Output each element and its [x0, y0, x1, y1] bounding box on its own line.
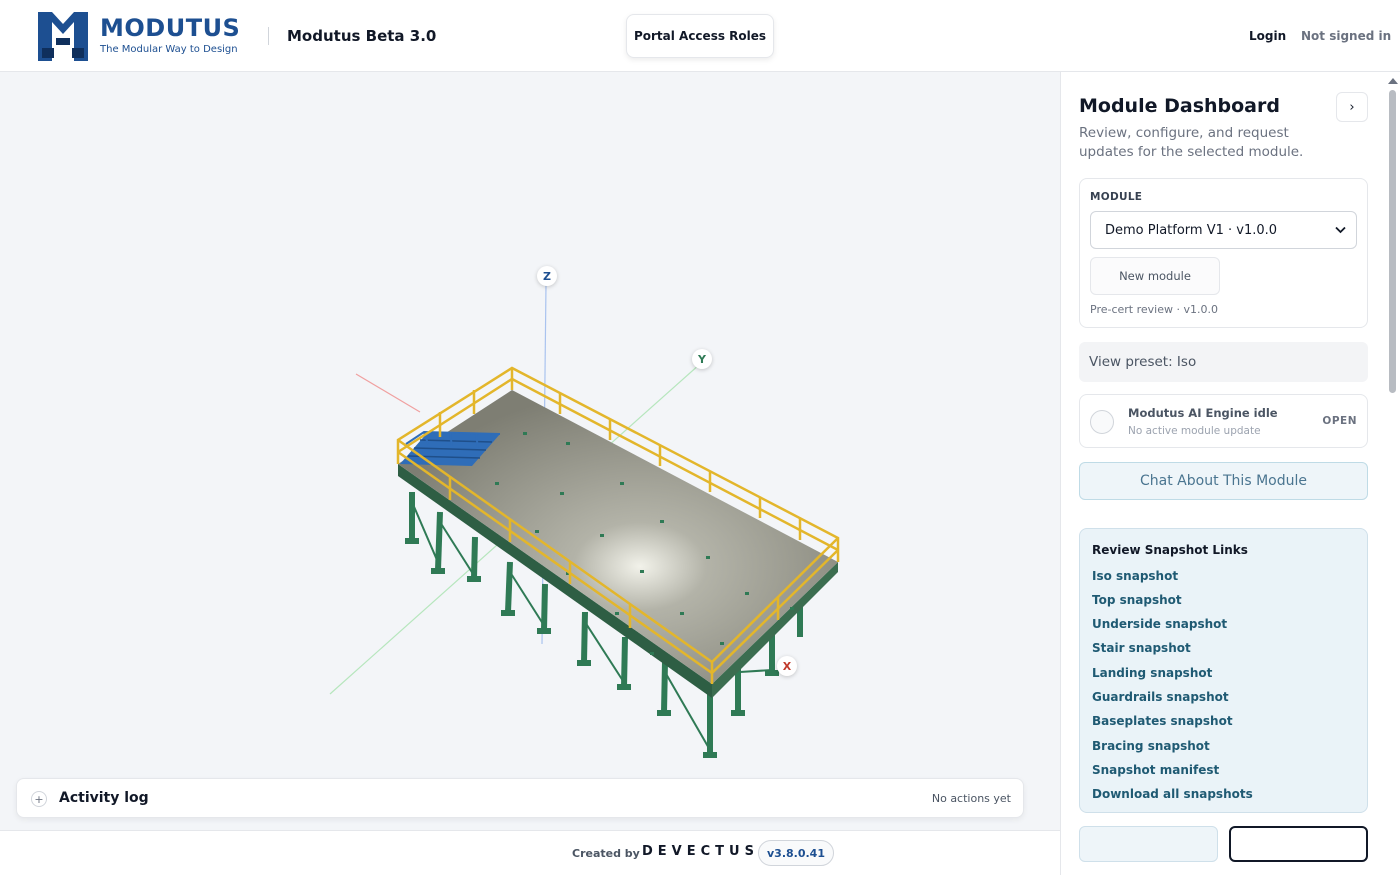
- module-label: MODULE: [1090, 191, 1143, 203]
- chat-about-module-button[interactable]: Chat About This Module: [1079, 462, 1368, 500]
- created-by-label: Created by: [572, 847, 640, 860]
- snapshot-link-iso[interactable]: Iso snapshot: [1092, 569, 1178, 583]
- module-select-value: Demo Platform V1 · v1.0.0: [1105, 222, 1278, 238]
- x-axis-line: [355, 373, 421, 413]
- snapshot-link-bracing[interactable]: Bracing snapshot: [1092, 739, 1210, 753]
- chevron-down-icon: [1335, 223, 1346, 237]
- snapshot-link-stair[interactable]: Stair snapshot: [1092, 641, 1191, 655]
- ai-engine-card: Modutus AI Engine idle No active module …: [1079, 394, 1368, 448]
- snapshot-link-top[interactable]: Top snapshot: [1092, 593, 1182, 607]
- activity-log-title[interactable]: Activity log: [59, 790, 149, 806]
- view-preset: View preset: Iso: [1079, 342, 1368, 382]
- module-card: MODULE Demo Platform V1 · v1.0.0 New mod…: [1079, 178, 1368, 328]
- axis-label-z: Z: [537, 266, 557, 286]
- scroll-up-arrow-icon[interactable]: [1388, 78, 1398, 84]
- snapshot-links-title: Review Snapshot Links: [1092, 543, 1248, 557]
- ai-engine-open-button[interactable]: OPEN: [1322, 415, 1357, 427]
- snapshot-link-underside[interactable]: Underside snapshot: [1092, 617, 1227, 631]
- sidebar-bottom-button-right[interactable]: [1229, 826, 1368, 862]
- header-divider: [268, 27, 269, 45]
- sidebar-scroll-thumb[interactable]: [1389, 90, 1396, 393]
- app-title: Modutus Beta 3.0: [287, 27, 437, 45]
- auth-status: Not signed in: [1301, 29, 1392, 43]
- top-header: MODUTUS The Modular Way to Design Modutu…: [0, 0, 1400, 72]
- sidebar-collapse-button[interactable]: ›: [1336, 92, 1368, 122]
- snapshot-link-baseplates[interactable]: Baseplates snapshot: [1092, 714, 1233, 728]
- brand-name: MODUTUS: [100, 14, 241, 42]
- module-dashboard-sidebar: Module Dashboard › Review, configure, an…: [1060, 72, 1400, 875]
- snapshot-link-download-all[interactable]: Download all snapshots: [1092, 787, 1253, 801]
- modutus-logo-icon: [38, 12, 88, 61]
- module-select[interactable]: Demo Platform V1 · v1.0.0: [1090, 211, 1357, 249]
- activity-log-panel[interactable]: + Activity log No actions yet: [16, 778, 1024, 818]
- axis-label-x: X: [777, 656, 797, 676]
- sidebar-description: Review, configure, and request updates f…: [1079, 125, 1304, 160]
- version-badge: v3.8.0.41: [758, 840, 834, 866]
- sidebar-title: Module Dashboard: [1079, 95, 1280, 117]
- snapshot-link-manifest[interactable]: Snapshot manifest: [1092, 763, 1219, 777]
- activity-log-status: No actions yet: [931, 792, 1011, 805]
- ai-engine-title: Modutus AI Engine idle: [1128, 406, 1278, 420]
- login-link[interactable]: Login: [1249, 29, 1286, 43]
- snapshot-link-landing[interactable]: Landing snapshot: [1092, 666, 1212, 680]
- activity-log-expand-icon[interactable]: +: [31, 791, 47, 807]
- platform-model-3d[interactable]: [0, 72, 1060, 830]
- 3d-viewport[interactable]: Z Y X + Activity log No actions yet: [0, 72, 1060, 830]
- sidebar-bottom-button-left[interactable]: [1079, 826, 1218, 862]
- portal-access-roles-button[interactable]: Portal Access Roles: [626, 14, 774, 58]
- ai-status-indicator-icon: [1090, 410, 1114, 434]
- snapshot-link-guardrails[interactable]: Guardrails snapshot: [1092, 690, 1229, 704]
- review-snapshot-links-card: Review Snapshot Links Iso snapshot Top s…: [1079, 528, 1368, 813]
- axis-label-y: Y: [692, 349, 712, 369]
- footer: Created by DEVECTUS v3.8.0.41: [0, 830, 1060, 875]
- ai-engine-subtitle: No active module update: [1128, 425, 1261, 437]
- new-module-button[interactable]: New module: [1090, 257, 1220, 295]
- brand-tagline: The Modular Way to Design: [100, 44, 238, 55]
- devectus-logo: DEVECTUS: [642, 844, 759, 859]
- module-status: Pre-cert review · v1.0.0: [1090, 303, 1218, 316]
